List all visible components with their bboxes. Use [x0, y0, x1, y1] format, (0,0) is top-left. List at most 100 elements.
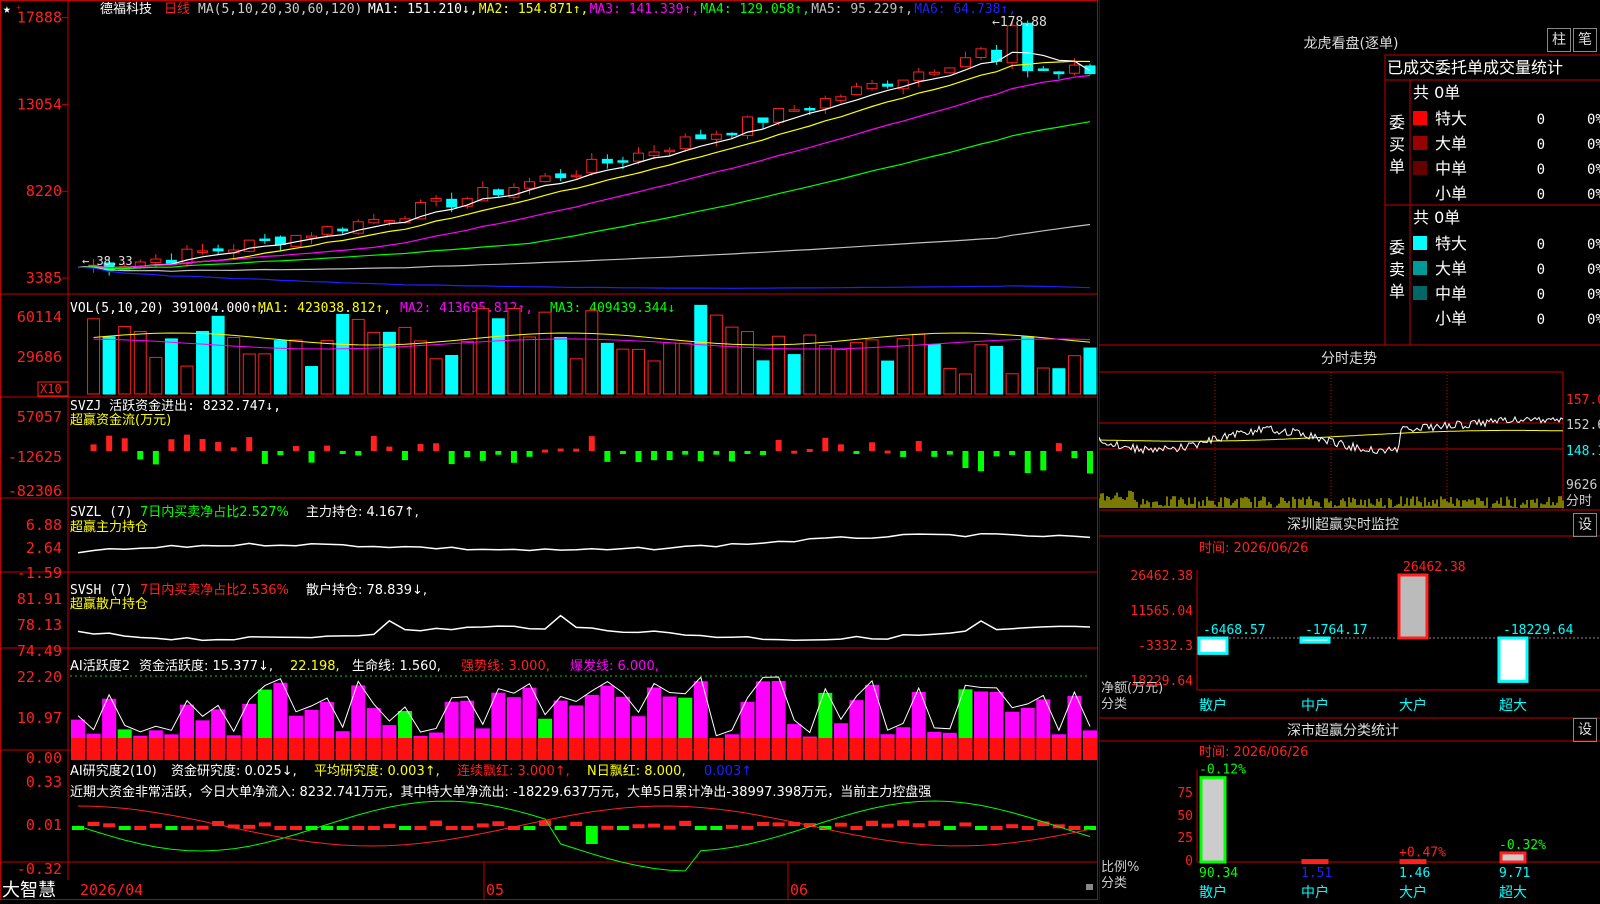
activity-base	[491, 738, 506, 760]
volume-bar	[523, 336, 537, 395]
fund-flow-bar	[526, 451, 533, 457]
research-bar	[383, 824, 396, 829]
ma-header: MA(5,10,20,30,60,120)	[198, 2, 362, 17]
pen-mode-button[interactable]: 笔	[1573, 28, 1597, 52]
research-bar	[616, 826, 629, 830]
activity-base	[880, 738, 895, 760]
research-bar	[461, 825, 474, 830]
sz-class-value: 1.51	[1301, 866, 1332, 881]
research-bar	[134, 826, 147, 830]
candle-body	[1053, 71, 1065, 75]
sell-group-row-pct: 0%	[1587, 262, 1600, 278]
candle-body	[679, 136, 691, 150]
volume-bar	[476, 308, 490, 395]
activity-base	[257, 738, 272, 760]
activity-base	[569, 738, 584, 760]
fund-flow-bar	[542, 449, 549, 453]
svzj-axis-tick: -12625	[8, 448, 62, 466]
buy-group-row-count: 0	[1537, 162, 1545, 178]
fund-flow-bar	[479, 451, 486, 461]
main-chart-area[interactable]: 17888 13054 8220 3385 ←178.88 ← 38.33 ★ ⁺ 德福科技 日线…	[0, 0, 1098, 900]
chart-canvas[interactable]: 17888 13054 8220 3385 ←178.88 ← 38.33 ★ ⁺ 德福科技 日线…	[0, 0, 1098, 900]
fund-flow-bar	[651, 451, 658, 461]
activity-base	[71, 738, 85, 760]
candle-body	[835, 96, 847, 101]
sz-monitor-settings-button[interactable]: 设	[1573, 513, 1597, 537]
activity-base	[1067, 738, 1082, 760]
volume-bar	[569, 358, 583, 395]
fund-flow-bar	[915, 441, 922, 451]
volume-bar	[336, 313, 350, 395]
ma2-line	[77, 60, 1091, 269]
buy-group-row-label: 大单	[1435, 134, 1467, 153]
research-bar	[679, 820, 692, 826]
research-bar	[975, 826, 988, 830]
sz-class-bar	[1499, 851, 1527, 864]
candle-body	[555, 173, 567, 179]
candle-body	[710, 133, 722, 140]
sz-monitor-title: 深圳超赢实时监控	[1287, 516, 1399, 533]
sz-monitor-value: -1764.17	[1305, 623, 1368, 638]
sell-group-legend-swatch	[1413, 236, 1427, 250]
high-price-label: ←178.88	[992, 15, 1047, 30]
activity-base	[1020, 738, 1035, 760]
candle-body	[197, 250, 209, 253]
activity-base	[475, 738, 490, 760]
research-bar	[289, 826, 302, 830]
fund-flow-bar	[417, 444, 424, 451]
sell-group-row-label: 小单	[1435, 309, 1467, 328]
candle-body	[944, 67, 956, 74]
research-bar	[1068, 826, 1081, 830]
activity-base	[148, 738, 163, 760]
research-bar	[912, 823, 925, 828]
fund-flow-bar	[1055, 443, 1062, 451]
research-bar	[710, 826, 723, 830]
svsh-holding: 散户持仓: 78.839↓,	[306, 582, 427, 598]
bar-mode-button[interactable]: 柱	[1547, 28, 1571, 52]
svsh-axis-tick: 74.49	[17, 642, 62, 660]
volume-bar	[180, 365, 194, 395]
activity-base	[273, 738, 288, 760]
ai-research-axis-tick: -0.32	[17, 860, 62, 878]
research-bar	[990, 826, 1003, 830]
fund-flow-bar	[993, 451, 1000, 457]
candle-body	[212, 248, 224, 252]
sz-class-value: 90.34	[1199, 866, 1238, 881]
research-bar	[274, 826, 287, 830]
activity-base	[740, 738, 755, 760]
sz-class-category: 中户	[1301, 884, 1329, 900]
candle-body	[524, 181, 536, 189]
fund-flow-bar	[230, 447, 237, 451]
activity-base	[818, 738, 833, 760]
research-bar	[445, 826, 458, 830]
sell-group-legend-swatch	[1413, 286, 1427, 300]
ai-active-label: 强势线: 3.000,	[461, 658, 550, 674]
sz-monitor-ylabel: 分类	[1101, 697, 1127, 712]
fund-flow-bar	[791, 450, 798, 454]
candle-body	[446, 198, 458, 208]
ai-active-axis-tick: 22.20	[17, 668, 62, 686]
fund-flow-bar	[448, 451, 455, 465]
fund-flow-bar	[604, 451, 611, 462]
research-bar	[741, 825, 754, 830]
price-axis-tick: 17888	[17, 9, 62, 27]
sz-monitor-tick: 11565.04	[1130, 604, 1193, 619]
fund-flow-bar	[728, 451, 735, 462]
activity-base	[584, 738, 599, 760]
ma1-line	[77, 51, 1091, 269]
fund-flow-bar	[1071, 451, 1078, 459]
activity-base	[397, 738, 412, 760]
sz-class-settings-button[interactable]: 设	[1573, 718, 1597, 742]
svsh-ratio: 7日内买卖净占比2.536%	[140, 582, 289, 598]
sz-monitor-category: 中户	[1301, 697, 1329, 714]
activity-base	[974, 738, 989, 760]
research-bar	[476, 823, 489, 828]
candle-body	[664, 149, 676, 153]
vol-unit: X10	[40, 382, 62, 396]
candle-body	[306, 235, 318, 239]
activity-base	[1083, 738, 1097, 760]
research-bar	[757, 821, 770, 826]
research-bar	[103, 823, 116, 828]
svzl-ratio: 7日内买卖净占比2.527%	[140, 504, 289, 520]
research-bar	[258, 822, 271, 827]
